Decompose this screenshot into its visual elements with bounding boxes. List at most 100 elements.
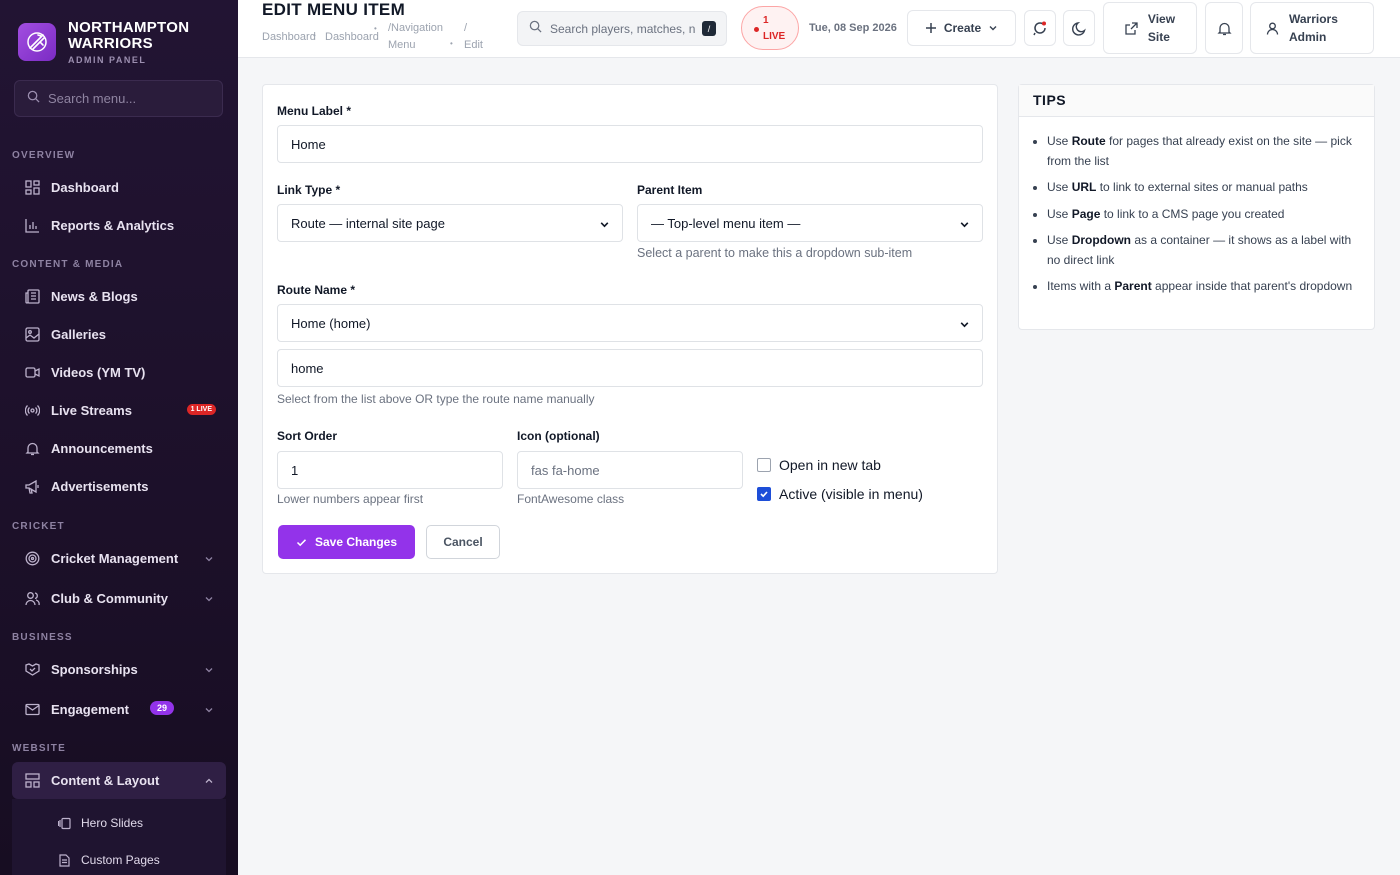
club-logo-icon — [18, 23, 56, 61]
sidebar-item-sponsorships[interactable]: Sponsorships — [12, 651, 226, 687]
create-label: Create — [943, 21, 982, 35]
sidebar-item-label: News & Blogs — [51, 288, 138, 304]
notifications-button[interactable] — [1205, 2, 1243, 54]
layout-icon — [24, 773, 40, 789]
tip-text: Items with a — [1047, 279, 1115, 293]
icon-field — [517, 451, 743, 489]
chevron-up-icon — [204, 774, 214, 789]
search-shortcut-key: / — [702, 21, 716, 36]
document-icon — [58, 853, 71, 867]
tip-text: Use — [1047, 233, 1072, 247]
chevron-down-icon — [988, 23, 998, 33]
dark-mode-toggle[interactable] — [1063, 10, 1095, 46]
sidebar-item-label: Advertisements — [51, 478, 149, 494]
chevron-down-icon — [204, 552, 214, 567]
cancel-label: Cancel — [443, 535, 483, 549]
live-indicator[interactable]: 1 LIVE — [741, 6, 799, 50]
sidebar-subitem-hero-slides[interactable]: Hero Slides — [58, 808, 143, 838]
icon-input[interactable] — [531, 462, 721, 478]
sidebar-item-advertisements[interactable]: Advertisements — [12, 468, 226, 504]
global-search-input[interactable] — [550, 21, 695, 36]
route-name-field — [277, 349, 983, 387]
live-label: LIVE — [763, 31, 786, 42]
users-icon — [24, 590, 40, 606]
menu-label-input[interactable] — [291, 136, 913, 152]
tip-keyword: Page — [1071, 206, 1101, 221]
breadcrumb-dashboard-1[interactable]: Dashboard — [262, 31, 316, 43]
create-button[interactable]: Create — [907, 10, 1016, 46]
sidebar-search — [14, 80, 223, 117]
newspaper-icon — [24, 288, 40, 304]
bar-chart-icon — [24, 217, 40, 233]
cancel-button[interactable]: Cancel — [426, 525, 500, 559]
save-changes-button[interactable]: Save Changes — [278, 525, 415, 559]
route-name-input[interactable] — [291, 360, 913, 376]
breadcrumb-navigation-menu-line2[interactable]: Menu — [388, 39, 416, 51]
open-new-tab-checkbox-row[interactable]: Open in new tab — [757, 457, 881, 473]
view-site-button[interactable]: View Site — [1103, 2, 1197, 54]
sidebar-item-label: Videos (YM TV) — [51, 364, 146, 380]
sidebar-item-club-community[interactable]: Club & Community — [12, 580, 226, 616]
tip-text: to link to external sites or manual path… — [1096, 180, 1308, 194]
edit-menu-item-form: Menu Label * Link Type * Route — interna… — [262, 84, 998, 574]
sidebar-subitem-custom-pages[interactable]: Custom Pages — [58, 845, 160, 875]
icon-hint: FontAwesome class — [517, 492, 625, 506]
link-type-value: Route — internal site page — [291, 215, 445, 231]
chevron-down-icon — [204, 592, 214, 607]
tip-item: Items with a Parent appear inside that p… — [1047, 277, 1365, 297]
brand-title-line2: WARRIORS — [68, 34, 153, 52]
tip-keyword: Parent — [1114, 279, 1152, 293]
sidebar-item-label: Sponsorships — [51, 661, 138, 677]
section-label-cricket: CRICKET — [12, 521, 65, 532]
mail-icon — [24, 701, 40, 717]
open-new-tab-checkbox[interactable] — [757, 458, 771, 472]
section-label-content-media: CONTENT & MEDIA — [12, 259, 124, 270]
sidebar-item-dashboard[interactable]: Dashboard — [12, 169, 226, 205]
parent-item-select[interactable]: — Top-level menu item — — [637, 204, 983, 242]
active-checkbox[interactable] — [757, 487, 771, 501]
refresh-button[interactable] — [1024, 10, 1056, 46]
external-link-icon — [1125, 21, 1138, 35]
breadcrumb-separator: • — [450, 39, 453, 48]
chevron-down-icon — [599, 218, 610, 233]
breadcrumb-navigation-menu-line1[interactable]: /Navigation — [388, 22, 443, 34]
chevron-down-icon — [204, 703, 214, 718]
chevron-down-icon — [204, 663, 214, 678]
brand-title-line1: NORTHAMPTON — [68, 18, 190, 36]
sidebar-item-label: Dashboard — [51, 179, 119, 195]
tip-text: to link to a CMS page you created — [1100, 206, 1285, 221]
sidebar-item-news[interactable]: News & Blogs — [12, 278, 226, 314]
brand[interactable]: NORTHAMPTON WARRIORS ADMIN PANEL — [0, 0, 238, 70]
global-search: / — [517, 11, 727, 46]
sidebar-item-engagement[interactable]: Engagement 29 — [12, 691, 226, 727]
active-checkbox-row[interactable]: Active (visible in menu) — [757, 486, 923, 502]
tip-keyword: Dropdown — [1071, 233, 1132, 247]
sidebar-item-content-layout[interactable]: Content & Layout — [12, 762, 226, 799]
sidebar-item-announcements[interactable]: Announcements — [12, 430, 226, 466]
target-icon — [24, 550, 40, 566]
plus-icon — [925, 22, 937, 34]
breadcrumb-dashboard-2[interactable]: Dashboard — [325, 31, 379, 43]
tips-title: TIPS — [1019, 85, 1374, 117]
top-header: EDIT MENU ITEM Dashboard • Dashboard • /… — [238, 0, 1400, 58]
tips-list: Use Route for pages that already exist o… — [1047, 132, 1365, 304]
user-menu-button[interactable]: Warriors Admin — [1250, 2, 1374, 54]
sidebar-item-reports[interactable]: Reports & Analytics — [12, 207, 226, 243]
user-icon — [1266, 22, 1279, 35]
route-name-label: Route Name * — [277, 283, 356, 297]
sidebar-item-videos[interactable]: Videos (YM TV) — [12, 354, 226, 390]
sidebar-item-live-streams[interactable]: Live Streams 1 LIVE — [12, 392, 226, 428]
sidebar-search-input[interactable] — [48, 91, 208, 106]
link-type-label: Link Type * — [277, 183, 341, 197]
sort-order-input[interactable] — [291, 462, 481, 478]
sidebar-item-label: Club & Community — [51, 590, 168, 606]
route-name-select[interactable]: Home (home) — [277, 304, 983, 342]
engagement-count-badge: 29 — [149, 701, 174, 715]
sidebar-item-galleries[interactable]: Galleries — [12, 316, 226, 352]
link-type-select[interactable]: Route — internal site page — [277, 204, 623, 242]
brand-subtitle: ADMIN PANEL — [68, 54, 147, 65]
sidebar-item-cricket-management[interactable]: Cricket Management — [12, 540, 226, 576]
route-name-hint: Select from the list above OR type the r… — [277, 392, 595, 406]
search-icon — [27, 90, 40, 108]
chevron-down-icon — [959, 318, 970, 333]
